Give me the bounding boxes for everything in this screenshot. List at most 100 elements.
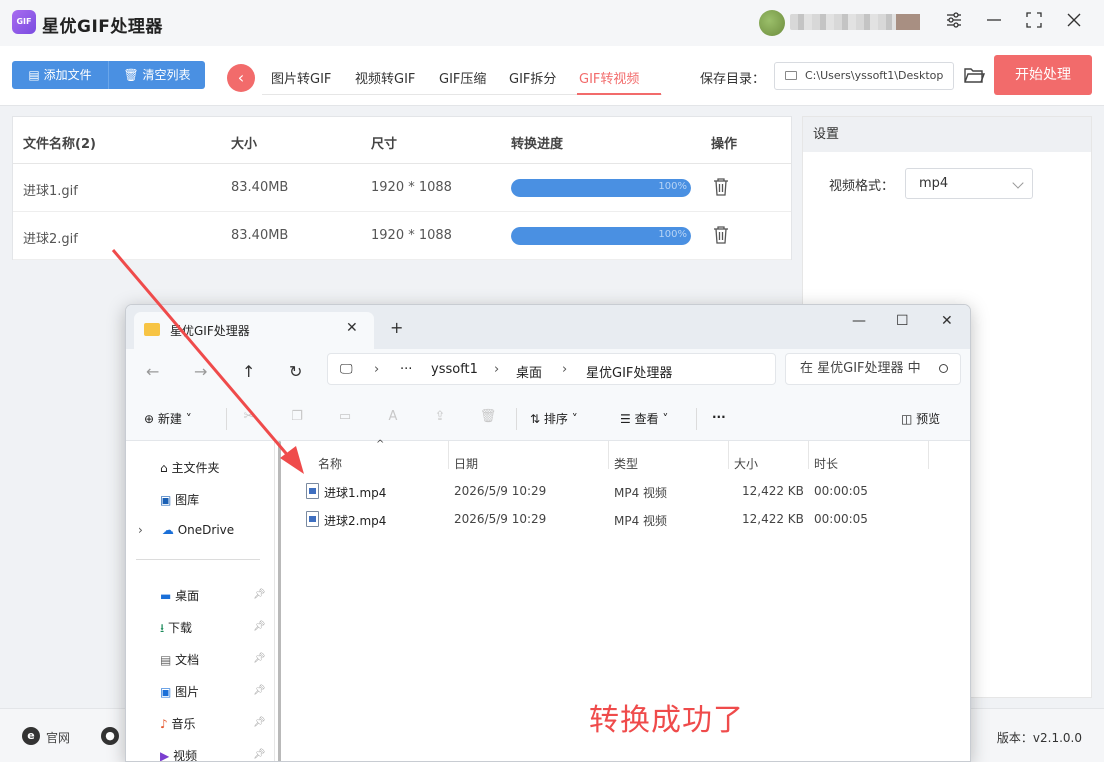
sidebar-item-onedrive[interactable]: › ☁ OneDrive — [138, 523, 234, 537]
progress-text: 100% — [658, 181, 687, 192]
rename-icon[interactable]: A — [384, 409, 402, 427]
pin-icon[interactable]: 📌︎ — [253, 589, 266, 600]
video-format-value: mp4 — [919, 176, 949, 191]
chat-icon[interactable]: ● — [101, 727, 119, 745]
settings-icon[interactable] — [941, 10, 967, 36]
pin-icon[interactable]: 📌︎ — [253, 621, 266, 632]
video-file-icon — [306, 483, 319, 499]
column-size[interactable]: 大小 — [734, 455, 758, 472]
sidebar-item-gallery[interactable]: ▣ 图库 — [160, 491, 199, 508]
tab-gif-to-video[interactable]: GIF转视频 — [579, 68, 639, 87]
more-options-icon[interactable]: ··· — [712, 410, 726, 424]
preview-button[interactable]: ◫ 预览 — [901, 410, 940, 427]
file-table: 文件名称(2) 大小 尺寸 转换进度 操作 进球1.gif 83.40MB 19… — [12, 116, 792, 260]
breadcrumb-item[interactable]: yssoft1 — [431, 362, 478, 377]
maximize-icon[interactable] — [1021, 10, 1047, 36]
share-icon[interactable]: ⇪ — [431, 409, 449, 427]
video-format-select[interactable]: mp4 — [905, 168, 1033, 199]
sidebar-label: 桌面 — [175, 589, 200, 603]
breadcrumb-more[interactable]: ··· — [400, 362, 412, 377]
tab-image-to-gif[interactable]: 图片转GIF — [271, 68, 331, 87]
minimize-icon[interactable] — [981, 10, 1007, 36]
delete-file-icon[interactable]: 🗑︎ — [479, 409, 497, 427]
folder-small-icon — [785, 71, 797, 80]
website-link[interactable]: 官网 — [46, 729, 70, 746]
column-divider — [928, 441, 929, 469]
start-processing-button[interactable]: 开始处理 — [994, 55, 1092, 95]
sidebar-item-pictures[interactable]: ▣ 图片 — [160, 683, 199, 700]
sidebar-item-music[interactable]: ♪ 音乐 — [160, 715, 196, 732]
back-icon[interactable]: ← — [146, 362, 159, 381]
home-icon: ⌂ — [160, 461, 168, 475]
list-item[interactable]: 进球2.mp4 2026/5/9 10:29 MP4 视频 12,422 KB … — [300, 505, 960, 533]
add-files-button[interactable]: ▤ 添加文件 — [12, 61, 109, 89]
video-format-label: 视频格式： — [829, 179, 895, 194]
file-duration: 00:00:05 — [814, 512, 868, 526]
tab-close-icon[interactable]: ✕ — [346, 320, 358, 336]
sidebar-item-home[interactable]: ⌂ 主文件夹 — [160, 459, 219, 476]
explorer-search-input[interactable]: 在 星优GIF处理器 中 — [785, 353, 961, 385]
forward-icon[interactable]: → — [194, 362, 207, 381]
pin-icon[interactable]: 📌︎ — [253, 653, 266, 664]
view-label: 查看 — [634, 412, 659, 426]
explorer-maximize-icon[interactable]: ☐ — [896, 313, 909, 329]
explorer-close-icon[interactable]: ✕ — [941, 313, 953, 329]
title-bar: GIF 星优GIF处理器 — [0, 0, 1104, 46]
sidebar-item-desktop[interactable]: ▬ 桌面 — [160, 587, 199, 604]
pin-icon[interactable]: 📌︎ — [253, 717, 266, 728]
tab-gif-compress[interactable]: GIF压缩 — [439, 68, 486, 87]
breadcrumb-item[interactable]: 星优GIF处理器 — [586, 362, 672, 381]
tab-gif-split[interactable]: GIF拆分 — [509, 68, 556, 87]
col-action: 操作 — [711, 137, 738, 152]
tab-video-to-gif[interactable]: 视频转GIF — [355, 68, 415, 87]
preview-label: 预览 — [916, 412, 941, 426]
column-duration[interactable]: 时长 — [814, 455, 838, 472]
column-type[interactable]: 类型 — [614, 455, 638, 472]
view-button[interactable]: ☰ 查看 ˅ — [620, 410, 668, 427]
up-icon[interactable]: ↑ — [242, 362, 255, 381]
close-icon[interactable] — [1061, 10, 1087, 36]
settings-header: 设置 — [803, 117, 1091, 152]
explorer-tab[interactable]: 星优GIF处理器 ✕ — [134, 312, 374, 349]
new-button[interactable]: ⊕ 新建 ˅ — [144, 410, 192, 427]
table-row[interactable]: 进球2.gif 83.40MB 1920 * 1088 100% — [13, 212, 791, 260]
folder-icon — [144, 323, 160, 336]
copy-icon[interactable]: ❐ — [288, 409, 306, 427]
breadcrumb-item[interactable]: 桌面 — [516, 362, 542, 381]
sidebar-item-documents[interactable]: ▤ 文档 — [160, 651, 199, 668]
sidebar-item-downloads[interactable]: ⭳ 下载 — [160, 619, 192, 640]
active-tab-indicator — [577, 93, 661, 95]
sidebar-label: 视频 — [173, 749, 198, 762]
table-row[interactable]: 进球1.gif 83.40MB 1920 * 1088 100% — [13, 164, 791, 212]
address-bar[interactable]: 🖵︎ › ··· yssoft1 › 桌面 › 星优GIF处理器 — [327, 353, 776, 385]
sort-label: 排序 — [543, 412, 568, 426]
user-avatar[interactable] — [759, 10, 785, 36]
sidebar-scrollbar[interactable] — [274, 441, 284, 761]
list-item[interactable]: 进球1.mp4 2026/5/9 10:29 MP4 视频 12,422 KB … — [300, 477, 960, 505]
cut-icon[interactable]: ✂ — [240, 409, 258, 427]
delete-icon[interactable] — [713, 226, 729, 244]
save-dir-input[interactable]: C:\Users\yssoft1\Desktop — [774, 62, 954, 90]
column-name[interactable]: 名称 — [318, 455, 342, 472]
open-folder-icon[interactable] — [963, 65, 986, 85]
username-blurred[interactable] — [790, 14, 920, 30]
file-icon: ▤ — [28, 68, 44, 82]
progress-bar: 100% — [511, 179, 691, 197]
column-date[interactable]: 日期 — [454, 455, 478, 472]
clear-list-button[interactable]: 🗑︎ 清空列表 — [109, 61, 205, 89]
refresh-icon[interactable]: ↻ — [289, 362, 302, 381]
sidebar-divider — [136, 559, 260, 560]
sort-button[interactable]: ⇅ 排序 ˅ — [530, 410, 578, 427]
desktop-icon: ▬ — [160, 589, 172, 603]
success-annotation: 转换成功了 — [589, 703, 744, 738]
pin-icon[interactable]: 📌︎ — [253, 749, 266, 760]
explorer-minimize-icon[interactable]: — — [852, 313, 866, 329]
paste-icon[interactable]: ▭ — [336, 409, 354, 427]
pin-icon[interactable]: 📌︎ — [253, 685, 266, 696]
sidebar-item-videos[interactable]: ▶ 视频 — [160, 747, 198, 762]
browser-icon[interactable]: e — [22, 727, 40, 745]
back-arrow-button[interactable]: ‹ — [227, 64, 255, 92]
delete-icon[interactable] — [713, 178, 729, 196]
new-tab-icon[interactable]: + — [390, 318, 403, 337]
file-size: 83.40MB — [231, 228, 289, 243]
